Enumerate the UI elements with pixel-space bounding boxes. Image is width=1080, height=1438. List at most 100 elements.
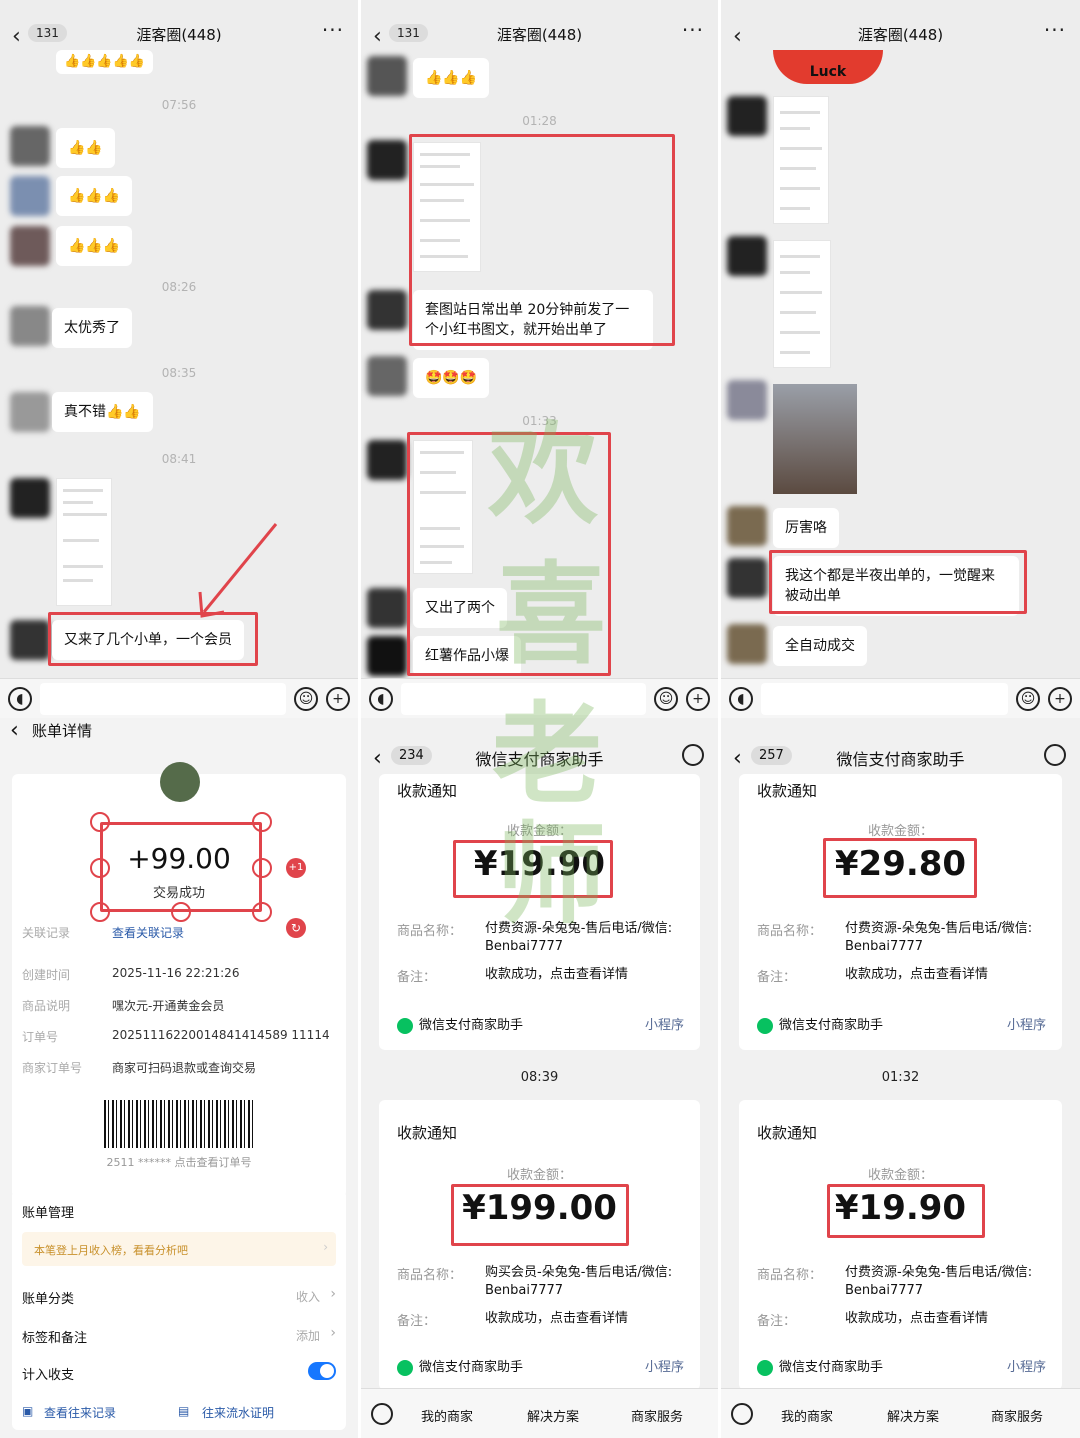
voice-icon[interactable]: ◖ [8,687,32,711]
tab-my-merchant[interactable]: 我的商家 [781,1406,833,1425]
voice-icon[interactable]: ◖ [729,687,753,711]
payment-card[interactable]: 收款通知 收款金额： ¥29.80 商品名称： 付费资源-朵兔兔-售后电话/微信… [739,774,1062,1050]
amount-label: 收款金额： [506,1168,572,1183]
product-value: 付费资源-朵兔兔-售后电话/微信: Benbai7777 [845,921,1033,954]
watermark-char: 老 [492,690,602,819]
voice-icon[interactable]: ◖ [369,687,393,711]
remark-value: 收款成功，点击查看详情 [485,967,629,982]
avatar [727,506,767,546]
timestamp: 08:41 [161,452,197,466]
bill-card: +99.00 交易成功 +1 ↻ 关联记录 查看关联记录 创建时间 2025-1… [12,762,346,1198]
page-title: 账单详情 [32,722,93,740]
card-footer[interactable]: 微信支付商家助手 小程序 [397,1014,684,1038]
income-tip[interactable]: 本笔登上月收入榜，看看分析吧 › [22,1232,336,1266]
message-input[interactable] [761,683,1008,715]
history-link[interactable]: 查看往来记录 [44,1404,116,1421]
category-value[interactable]: 收入 [296,1288,320,1305]
timestamp: 08:26 [161,280,197,294]
more-icon[interactable]: ··· [1044,18,1066,42]
more-icon[interactable]: ··· [682,18,704,42]
emoji-icon[interactable]: ☺ [1016,687,1040,711]
tag-value[interactable]: 添加 [296,1327,320,1344]
card-footer[interactable]: 微信支付商家助手 小程序 [397,1356,684,1380]
emoji-icon[interactable]: ☺ [654,687,678,711]
footer-label: 微信支付商家助手 [779,1360,884,1375]
avatar [367,56,407,96]
plus-icon[interactable]: + [1048,687,1072,711]
gear-icon[interactable] [682,744,704,766]
message-bubble: 全自动成交 [773,626,867,666]
keyboard-icon[interactable] [731,1403,753,1425]
chat-panel-1: ‹ 131 涯客圈(448) ··· 👍👍👍👍👍 07:56 👍👍 👍👍👍 👍👍… [0,0,358,718]
tab-solutions[interactable]: 解决方案 [527,1406,579,1425]
avatar [367,588,407,628]
tab-my-merchant[interactable]: 我的商家 [421,1406,473,1425]
card-footer[interactable]: 微信支付商家助手 小程序 [757,1356,1046,1380]
chat-title: 涯客圈(448) [136,26,222,44]
chat-header: ‹ 131 涯客圈(448) ··· [361,0,718,66]
barcode[interactable] [104,1100,256,1148]
proof-icon: ▤ [178,1404,190,1418]
keyboard-icon[interactable] [371,1403,393,1425]
barcode-caption[interactable]: 2511 ****** 点击查看订单号 [12,1154,346,1170]
tab-merchant-service[interactable]: 商家服务 [631,1406,683,1425]
photo-image[interactable] [773,384,857,494]
chat-input-bar: ◖ ☺ + [721,678,1080,718]
remark-label: 备注： [397,1314,437,1329]
handle-icon [252,902,272,922]
card-footer[interactable]: 微信支付商家助手 小程序 [757,1014,1046,1038]
avatar [727,624,767,664]
chat-title: 涯客圈(448) [857,26,944,44]
card-title: 收款通知 [757,1124,818,1142]
remark-label: 备注： [757,1314,797,1329]
amount-label: 收款金额： [867,824,933,839]
payment-card[interactable]: 收款通知 收款金额： ¥199.00 商品名称： 购买会员-朵兔兔-售后电话/微… [379,1100,700,1390]
emoji-bubble: 👍👍👍 [56,226,133,266]
wechat-pay-icon [757,1359,773,1376]
chevron-right-icon: › [323,1240,328,1254]
tab-merchant-service[interactable]: 商家服务 [991,1406,1043,1425]
card-title: 收款通知 [397,782,458,800]
avatar [367,140,407,180]
card-title: 收款通知 [757,782,818,800]
order-number: 20251116220014841414589 11114 [112,1028,330,1042]
proof-link[interactable]: 往来流水证明 [202,1404,274,1421]
gear-icon[interactable] [1044,744,1066,766]
add-icon[interactable]: +1 [286,858,306,878]
emoji-icon[interactable]: ☺ [294,687,318,711]
category-label: 账单分类 [22,1292,75,1307]
mini-program-link[interactable]: 小程序 [645,1356,684,1375]
avatar [727,558,767,598]
handle-icon [90,858,110,878]
tab-solutions[interactable]: 解决方案 [887,1406,939,1425]
mini-program-link[interactable]: 小程序 [645,1014,684,1033]
plus-icon[interactable]: + [686,687,710,711]
amount-label: 收款金额： [867,1168,933,1183]
avatar [10,226,50,266]
screenshot-thumbnail[interactable] [773,96,829,224]
payment-card[interactable]: 收款通知 收款金额： ¥19.90 商品名称： 付费资源-朵兔兔-售后电话/微信… [739,1100,1062,1390]
wxpay-tabbar: 我的商家 解决方案 商家服务 [361,1388,718,1438]
luck-sticker: Luck [773,50,883,84]
back-icon[interactable]: ‹ [10,718,19,743]
more-icon[interactable]: ··· [322,18,344,42]
row-label: 商品说明 [22,999,71,1013]
rotate-icon[interactable]: ↻ [286,918,306,938]
chevron-right-icon: › [330,1325,336,1341]
count-toggle[interactable] [308,1362,336,1380]
chat-input-bar: ◖ ☺ + [0,678,358,718]
mini-program-link[interactable]: 小程序 [1007,1356,1046,1375]
divider [718,0,721,1438]
chat-header: ‹ 131 涯客圈(448) ··· [0,0,358,66]
mini-program-link[interactable]: 小程序 [1007,1014,1046,1033]
message-input[interactable] [40,683,286,715]
screenshot-thumbnail[interactable] [773,240,831,368]
handle-icon [252,812,272,832]
row-label: 创建时间 [22,968,71,982]
avatar [727,380,767,420]
related-record-link[interactable]: 查看关联记录 [112,924,184,941]
watermark-char: 喜 [496,550,606,679]
screenshot-thumbnail[interactable] [56,478,112,606]
plus-icon[interactable]: + [326,687,350,711]
chat-panel-3: ‹ 涯客圈(448) ··· Luck 厉害咯 我这个都是半夜出单的，一觉醒来被… [721,0,1080,718]
